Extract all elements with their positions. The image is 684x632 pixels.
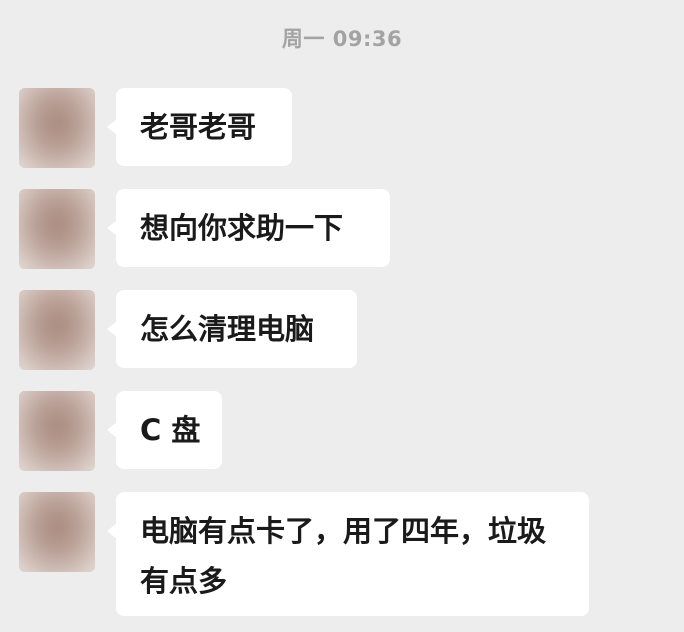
message-timestamp: 周一 09:36 xyxy=(281,27,403,51)
message-text: 老哥老哥 xyxy=(140,110,257,144)
message-bubble[interactable]: 老哥老哥 xyxy=(107,88,292,166)
sender-avatar[interactable] xyxy=(19,391,95,471)
avatar-image xyxy=(19,492,95,572)
sender-avatar[interactable] xyxy=(19,492,95,572)
message-text: 电脑有点卡了，用了四年，垃圾有点多 xyxy=(140,514,547,598)
sender-avatar[interactable] xyxy=(19,88,95,168)
avatar-image xyxy=(19,189,95,269)
message-text: C 盘 xyxy=(140,413,201,447)
message-bubble[interactable]: C 盘 xyxy=(107,391,222,469)
message-bubble[interactable]: 电脑有点卡了，用了四年，垃圾有点多 xyxy=(107,492,589,616)
sender-avatar[interactable] xyxy=(19,290,95,370)
avatar-image xyxy=(19,290,95,370)
avatar-image xyxy=(19,88,95,168)
message-bubble[interactable]: 想向你求助一下 xyxy=(107,189,390,267)
sender-avatar[interactable] xyxy=(19,189,95,269)
avatar-image xyxy=(19,391,95,471)
message-bubble[interactable]: 怎么清理电脑 xyxy=(107,290,357,368)
message-text: 怎么清理电脑 xyxy=(140,312,315,346)
chat-window: 周一 09:36 老哥老哥 想向你求助一下 怎么清理电脑 C 盘 电脑有点卡了，… xyxy=(0,0,684,632)
message-text: 想向你求助一下 xyxy=(140,211,344,245)
